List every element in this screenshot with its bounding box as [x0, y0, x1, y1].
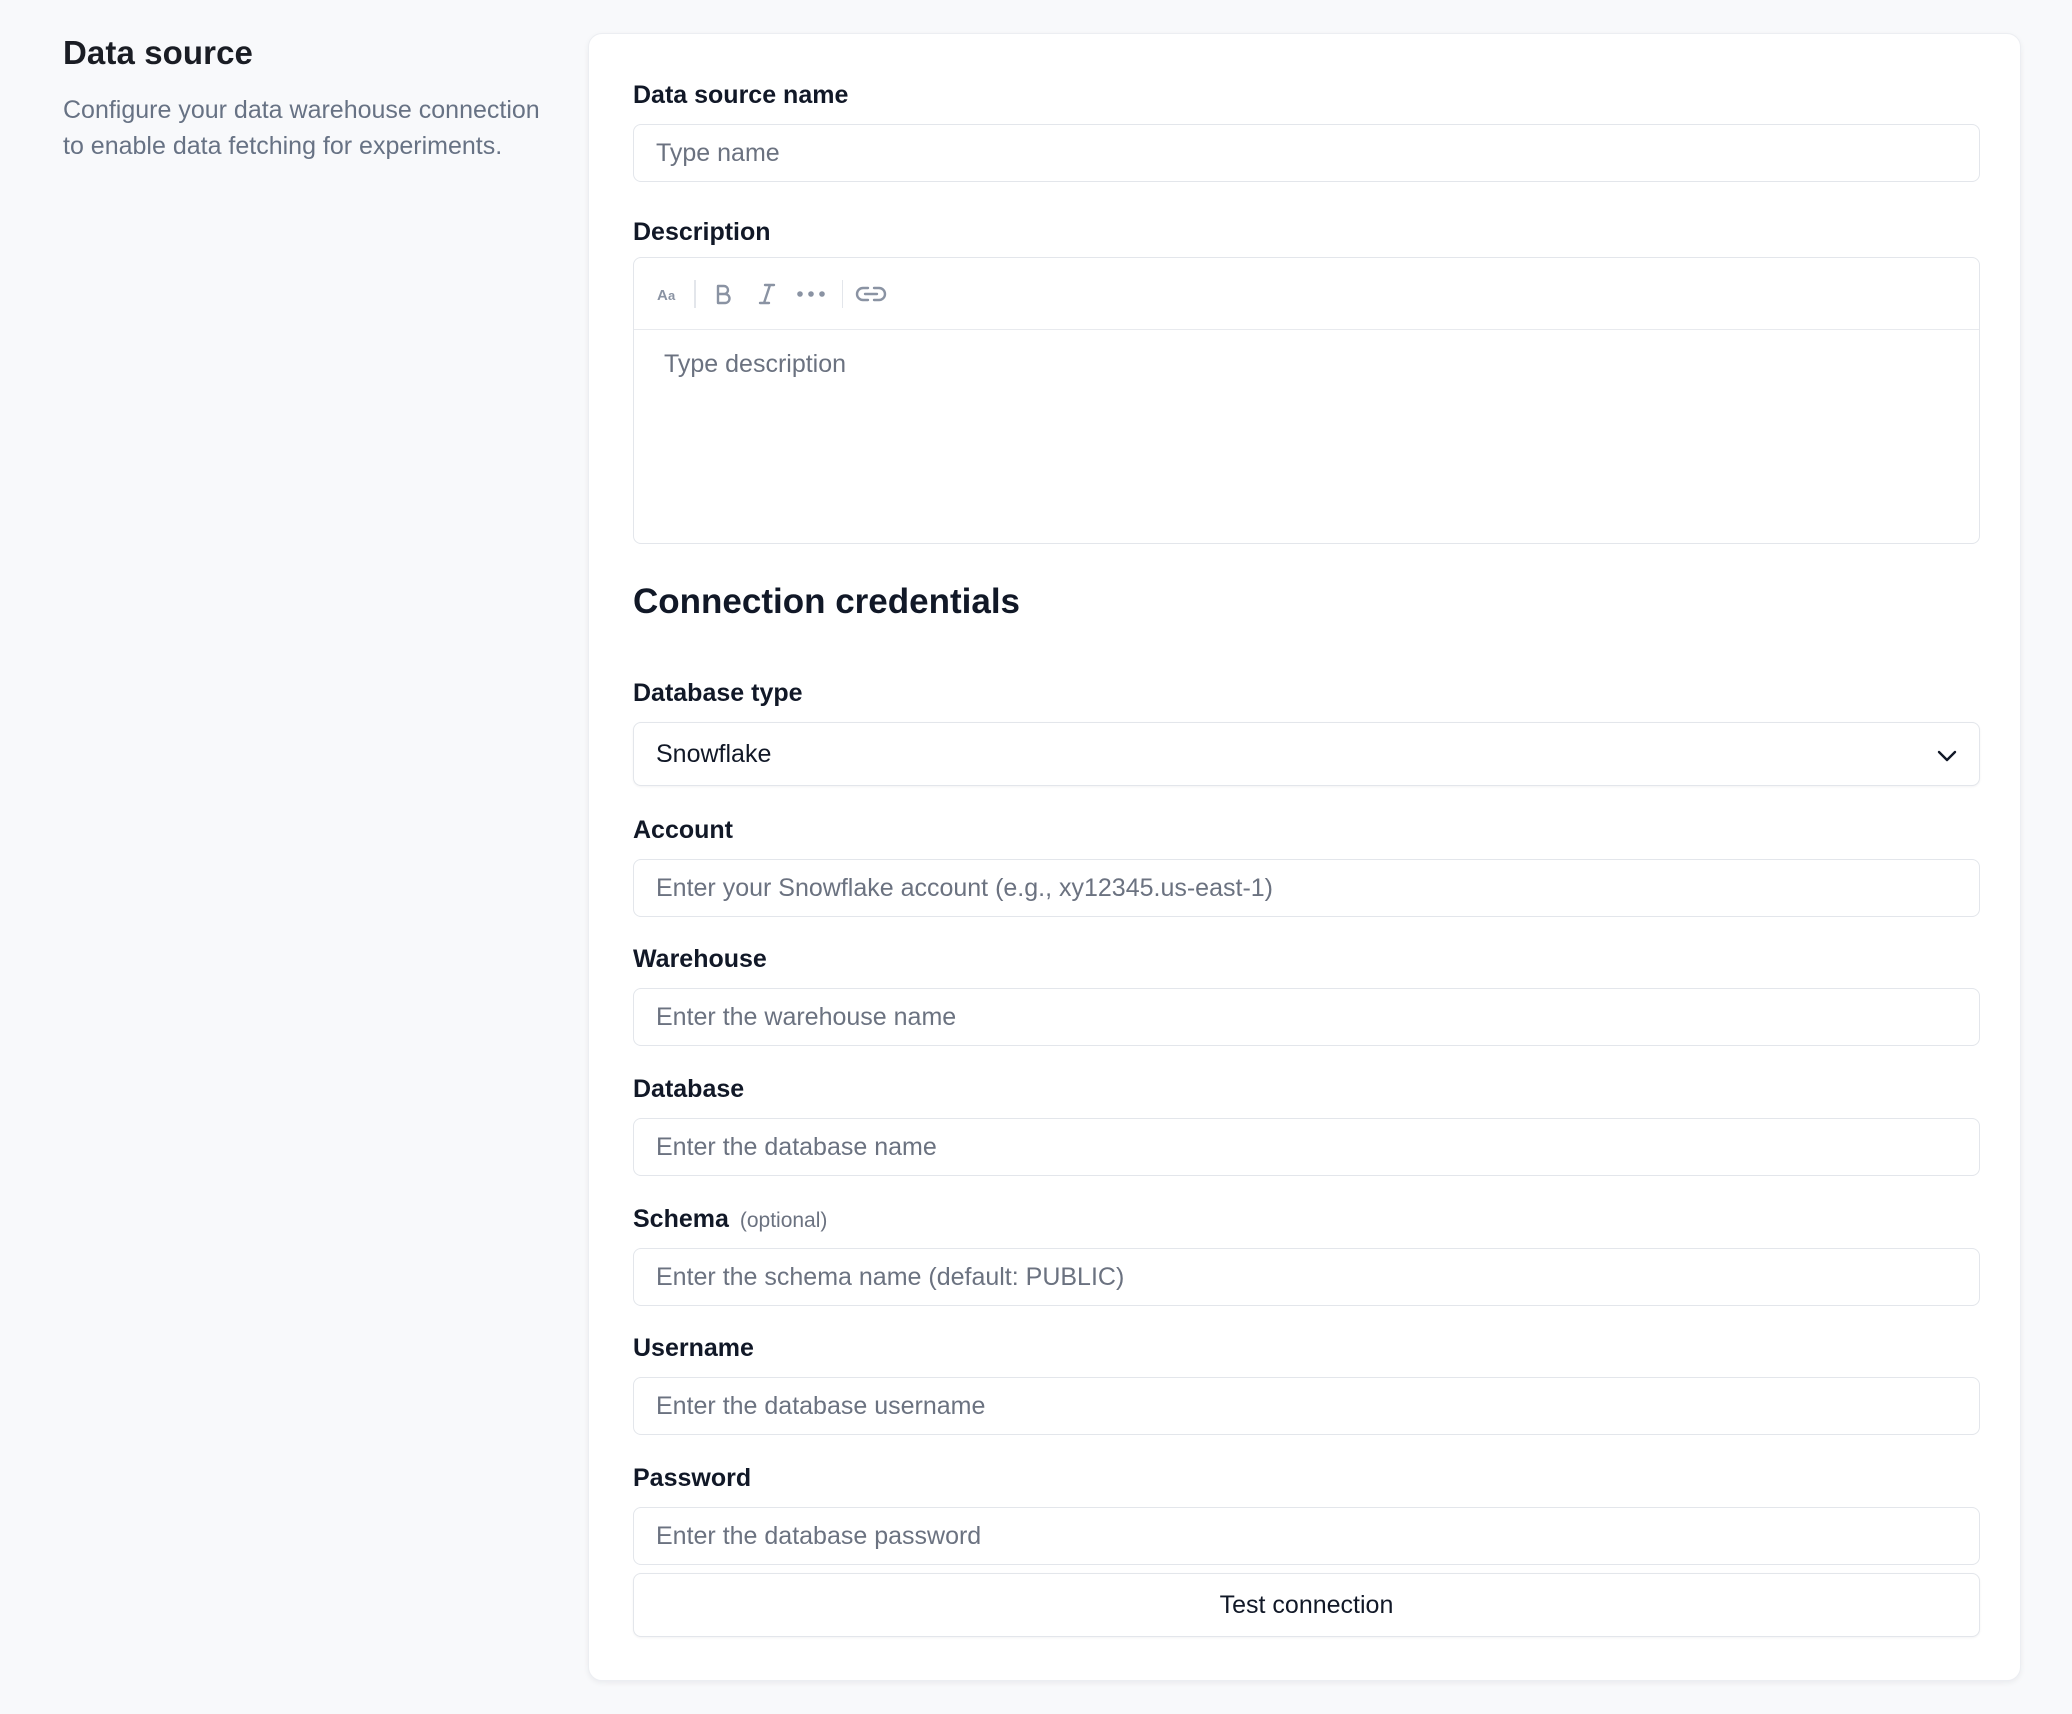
schema-optional-hint: (optional) — [739, 1209, 828, 1232]
name-label: Data source name — [633, 81, 849, 109]
password-field-group: Password — [633, 1461, 1980, 1565]
username-label: Username — [633, 1334, 754, 1362]
username-field-group: Username — [633, 1331, 1980, 1435]
name-field-group: Data source name — [633, 78, 1980, 182]
text-size-icon[interactable]: A a — [656, 276, 682, 312]
database-type-value: Snowflake — [656, 739, 772, 768]
database-input[interactable] — [633, 1118, 1980, 1176]
more-horizontal-icon[interactable] — [794, 276, 828, 312]
data-source-form-card: Data source name Description A a — [588, 33, 2021, 1681]
chevron-down-icon — [1937, 740, 1957, 769]
connection-credentials-heading: Connection credentials — [633, 582, 1021, 621]
database-label: Database — [633, 1075, 745, 1103]
test-connection-button[interactable]: Test connection — [633, 1573, 1980, 1637]
name-input[interactable] — [633, 124, 1980, 182]
intro-panel: Data source Configure your data warehous… — [63, 34, 543, 164]
database-type-select[interactable]: Snowflake — [633, 722, 1980, 786]
editor-toolbar: A a — [634, 258, 1979, 330]
toolbar-divider — [841, 279, 843, 308]
account-label: Account — [633, 816, 733, 844]
svg-text:a: a — [668, 288, 676, 303]
account-input[interactable] — [633, 859, 1980, 917]
description-label: Description — [633, 218, 771, 246]
database-type-field-group: Database type Snowflake — [633, 676, 1980, 786]
username-input[interactable] — [633, 1377, 1980, 1435]
password-label: Password — [633, 1464, 752, 1492]
description-editor: A a Type description — [633, 257, 1980, 544]
schema-input[interactable] — [633, 1248, 1980, 1306]
schema-label: Schema (optional) — [633, 1202, 1980, 1236]
description-field-group: Description A a Type description — [633, 215, 1980, 544]
schema-field-group: Schema (optional) — [633, 1202, 1980, 1306]
toolbar-divider — [694, 279, 696, 308]
database-type-label: Database type — [633, 679, 803, 707]
warehouse-input[interactable] — [633, 988, 1980, 1046]
password-input[interactable] — [633, 1507, 1980, 1565]
description-textarea[interactable]: Type description — [634, 330, 1979, 542]
link-icon[interactable] — [855, 276, 887, 312]
page-description: Configure your data warehouse connection… — [63, 96, 540, 160]
italic-icon[interactable] — [750, 276, 784, 312]
bold-icon[interactable] — [708, 276, 738, 312]
data-source-page: Data source Configure your data warehous… — [0, 0, 2072, 1714]
warehouse-label: Warehouse — [633, 945, 767, 973]
schema-label-text: Schema — [633, 1205, 729, 1233]
database-field-group: Database — [633, 1072, 1980, 1176]
account-field-group: Account — [633, 813, 1980, 917]
warehouse-field-group: Warehouse — [633, 942, 1980, 1046]
svg-text:A: A — [657, 287, 668, 304]
page-title: Data source — [63, 34, 254, 71]
